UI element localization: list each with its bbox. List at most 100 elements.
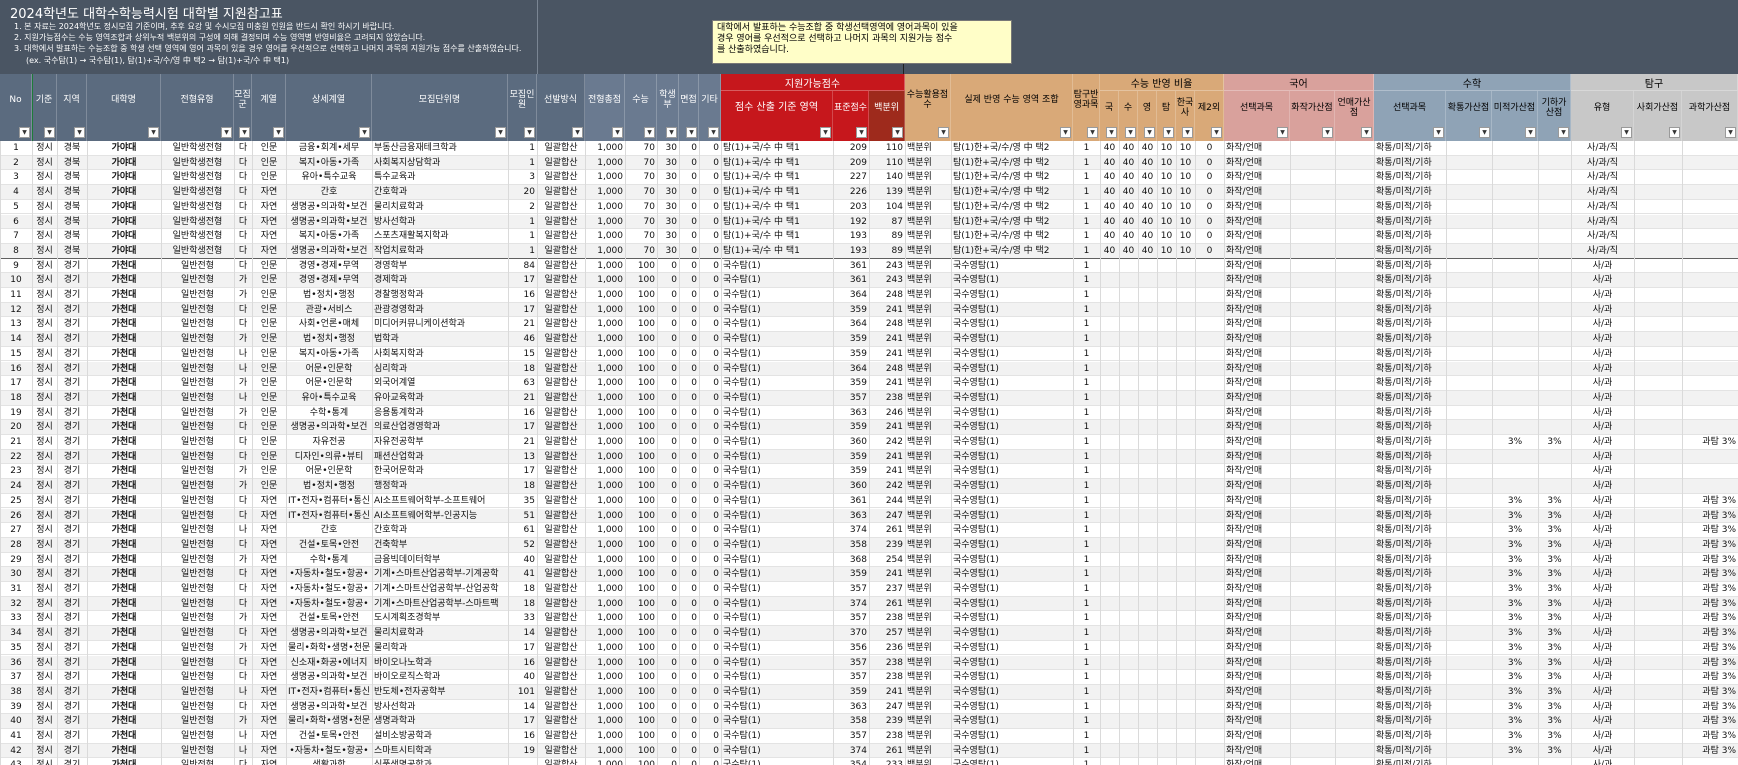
cell-score-area[interactable]: 국수탐(1) [723,362,831,376]
cell-kor-choice[interactable]: 화작/언매 [1226,141,1288,155]
cell-detail-field[interactable]: 물리•화학•생명•천문 [288,714,370,728]
cell-inq-sci[interactable] [1684,185,1736,199]
cell-inq-count[interactable]: 1 [1075,244,1098,258]
cell-kor-choice[interactable]: 화작/언매 [1226,170,1288,184]
filter-dropdown-icon[interactable]: ▼ [644,127,655,138]
cell-actual-combo[interactable]: 탐(1)한+국/수/영 中 택2 [953,170,1071,184]
cell-r-inq[interactable] [1159,259,1174,273]
cell-inq-sci[interactable]: 과탐 3% [1684,538,1736,552]
cell-r-eng[interactable] [1140,420,1155,434]
cell-r-kor[interactable]: 40 [1102,215,1117,229]
cell-kor-eonmae[interactable] [1337,288,1372,302]
cell-kor-hwajak[interactable] [1292,450,1333,464]
cell-kor-hwajak[interactable] [1292,523,1333,537]
cell-total[interactable]: 1,000 [587,479,623,493]
cell-admission-type[interactable]: 일반학생전형 [163,170,232,184]
cell-detail-field[interactable]: 생명공•의과학•보건 [288,215,370,229]
cell-group[interactable]: 다 [236,656,250,670]
column-header-percentile[interactable]: 백분위 [869,91,905,125]
cell-inq-count[interactable]: 1 [1075,656,1098,670]
cell-univ[interactable]: 가천대 [89,700,159,714]
cell-total[interactable]: 1,000 [587,215,623,229]
cell-kor-choice[interactable]: 화작/언매 [1226,744,1288,758]
cell-interview[interactable]: 0 [681,464,697,478]
cell-r-hist[interactable] [1178,464,1193,478]
cell-no[interactable]: 18 [2,391,30,405]
column-header-r-hist[interactable]: 한국사 [1176,91,1195,125]
cell-field[interactable]: 인문 [254,332,284,346]
cell-kor-eonmae[interactable] [1337,347,1372,361]
cell-score-area[interactable]: 국수탐(1) [723,450,831,464]
cell-basis[interactable]: 정시 [34,494,55,508]
cell-kor-eonmae[interactable] [1337,406,1372,420]
cell-math-choice[interactable]: 확통/미적/기하 [1376,141,1444,155]
cell-inq-sci[interactable] [1684,141,1736,155]
cell-record[interactable]: 30 [659,141,677,155]
cell-quota[interactable]: 17 [510,464,535,478]
cell-univ[interactable]: 가천대 [89,553,159,567]
cell-record[interactable]: 0 [659,656,677,670]
cell-inq-sci[interactable] [1684,317,1736,331]
cell-actual-combo[interactable]: 국수영탐(1) [953,641,1071,655]
cell-method[interactable]: 일괄합산 [539,509,583,523]
cell-detail-field[interactable]: 복지•아동•가족 [288,156,370,170]
cell-r-math[interactable] [1121,758,1136,765]
cell-total[interactable]: 1,000 [587,229,623,243]
cell-csat-use[interactable]: 백분위 [907,420,949,434]
column-header-csat-use[interactable]: 수능활용점수 [905,74,951,125]
cell-detail-field[interactable]: 유아•특수교육 [288,170,370,184]
cell-kor-eonmae[interactable] [1337,700,1372,714]
cell-csat[interactable]: 100 [627,744,655,758]
cell-csat-use[interactable]: 백분위 [907,141,949,155]
cell-no[interactable]: 35 [2,641,30,655]
cell-r-inq[interactable] [1159,611,1174,625]
cell-inq-soc[interactable] [1636,538,1680,552]
cell-csat[interactable]: 100 [627,729,655,743]
cell-group[interactable]: 가 [236,479,250,493]
cell-inq-count[interactable]: 1 [1075,714,1098,728]
cell-detail-field[interactable]: 관광•서비스 [288,303,370,317]
cell-no[interactable]: 37 [2,670,30,684]
cell-record[interactable]: 0 [659,509,677,523]
cell-record[interactable]: 0 [659,464,677,478]
cell-region[interactable]: 경북 [59,185,85,199]
cell-r-inq[interactable] [1159,538,1174,552]
cell-r-hist[interactable] [1178,376,1193,390]
cell-unit[interactable]: 바이오나노학과 [374,656,506,670]
cell-detail-field[interactable]: 생활과학 [288,758,370,765]
cell-basis[interactable]: 정시 [34,347,55,361]
cell-unit[interactable]: 기계•스마트산업공학부-산업공학 [374,582,506,596]
column-header-kor-hwajak[interactable]: 화작가산점 [1290,91,1335,125]
cell-kor-eonmae[interactable] [1337,200,1372,214]
cell-r-eng[interactable]: 40 [1140,185,1155,199]
cell-inq-type[interactable]: 사/과 [1573,538,1632,552]
cell-csat[interactable]: 100 [627,464,655,478]
cell-r-inq[interactable]: 10 [1159,170,1174,184]
filter-dropdown-icon[interactable]: ▼ [1106,127,1117,138]
cell-r-math[interactable] [1121,435,1136,449]
column-header-math-geo[interactable]: 기하가산점 [1538,91,1571,125]
cell-r-math[interactable] [1121,582,1136,596]
cell-r-l2[interactable] [1197,714,1222,728]
cell-r-kor[interactable] [1102,435,1117,449]
cell-kor-hwajak[interactable] [1292,288,1333,302]
cell-interview[interactable]: 0 [681,611,697,625]
cell-actual-combo[interactable]: 국수영탐(1) [953,509,1071,523]
cell-math-geo[interactable]: 3% [1540,611,1569,625]
cell-math-geo[interactable] [1540,406,1569,420]
cell-other[interactable]: 0 [701,670,719,684]
cell-kor-eonmae[interactable] [1337,523,1372,537]
cell-unit[interactable]: 한국어문학과 [374,464,506,478]
cell-no[interactable]: 6 [2,215,30,229]
cell-kor-eonmae[interactable] [1337,626,1372,640]
cell-inq-count[interactable]: 1 [1075,391,1098,405]
cell-record[interactable]: 0 [659,317,677,331]
cell-group[interactable]: 나 [236,523,250,537]
cell-kor-choice[interactable]: 화작/언매 [1226,656,1288,670]
cell-r-l2[interactable] [1197,479,1222,493]
filter-dropdown-icon[interactable]: ▼ [1125,127,1136,138]
cell-r-l2[interactable] [1197,582,1222,596]
cell-other[interactable]: 0 [701,450,719,464]
cell-r-l2[interactable]: 0 [1197,185,1222,199]
cell-total[interactable]: 1,000 [587,156,623,170]
